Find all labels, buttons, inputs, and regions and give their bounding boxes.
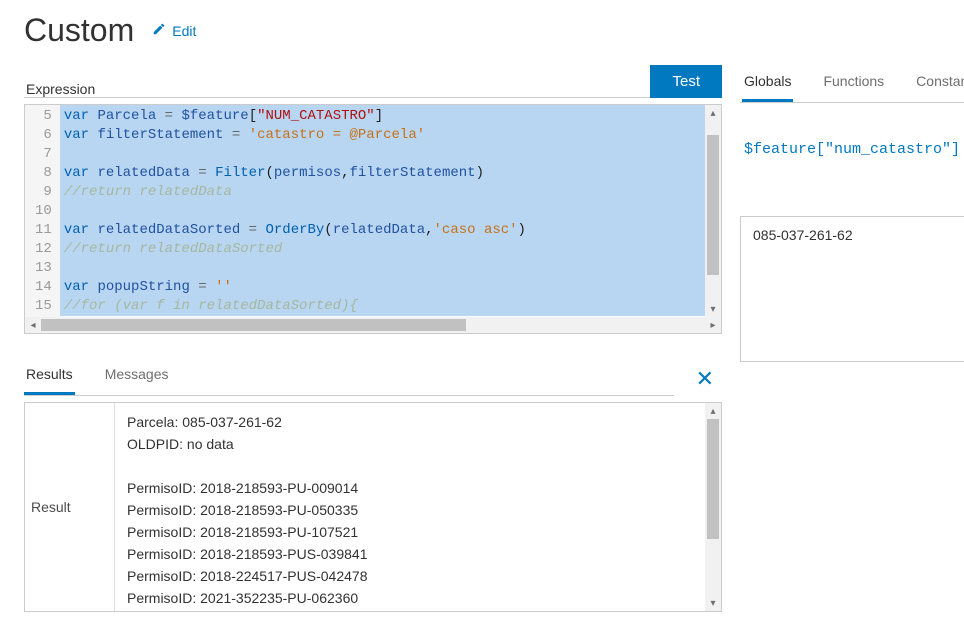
edit-button[interactable]: Edit bbox=[152, 22, 196, 39]
result-output: Parcela: 085-037-261-62OLDPID: no data P… bbox=[115, 403, 705, 611]
editor-vertical-scrollbar[interactable]: ▴ ▾ bbox=[705, 105, 721, 317]
tab-constants[interactable]: Constan bbox=[914, 65, 964, 102]
editor-horizontal-scrollbar[interactable]: ◂ ▸ bbox=[25, 317, 721, 333]
test-button[interactable]: Test bbox=[650, 65, 722, 98]
tab-results[interactable]: Results bbox=[24, 358, 75, 395]
page-title: Custom bbox=[24, 12, 134, 49]
global-value-box: 085-037-261-62 bbox=[740, 216, 964, 362]
edit-label: Edit bbox=[172, 23, 196, 39]
scroll-thumb[interactable] bbox=[707, 419, 719, 539]
result-vertical-scrollbar[interactable]: ▴ ▾ bbox=[705, 403, 721, 611]
scroll-left-icon[interactable]: ◂ bbox=[25, 317, 41, 333]
scroll-right-icon[interactable]: ▸ bbox=[705, 317, 721, 333]
scroll-up-icon[interactable]: ▴ bbox=[705, 105, 721, 121]
result-row-label: Result bbox=[25, 403, 115, 611]
tab-functions[interactable]: Functions bbox=[821, 65, 886, 102]
scroll-down-icon[interactable]: ▾ bbox=[705, 595, 721, 611]
hscroll-thumb[interactable] bbox=[41, 319, 466, 331]
hscroll-track[interactable] bbox=[41, 317, 705, 333]
tab-messages[interactable]: Messages bbox=[103, 358, 171, 395]
tab-globals[interactable]: Globals bbox=[742, 65, 793, 102]
close-icon[interactable]: ✕ bbox=[688, 362, 722, 396]
code-body[interactable]: var Parcela = $feature["NUM_CATASTRO"]va… bbox=[60, 105, 705, 317]
scroll-up-icon[interactable]: ▴ bbox=[705, 403, 721, 419]
scroll-down-icon[interactable]: ▾ bbox=[705, 301, 721, 317]
global-value: 085-037-261-62 bbox=[753, 227, 853, 243]
scroll-thumb[interactable] bbox=[707, 135, 719, 275]
global-feature-expression[interactable]: $feature["num_catastro"] bbox=[740, 141, 964, 158]
code-editor[interactable]: 5678910111213141516 var Parcela = $featu… bbox=[24, 104, 722, 334]
pencil-icon bbox=[152, 22, 166, 39]
code-gutter: 5678910111213141516 bbox=[25, 105, 60, 317]
